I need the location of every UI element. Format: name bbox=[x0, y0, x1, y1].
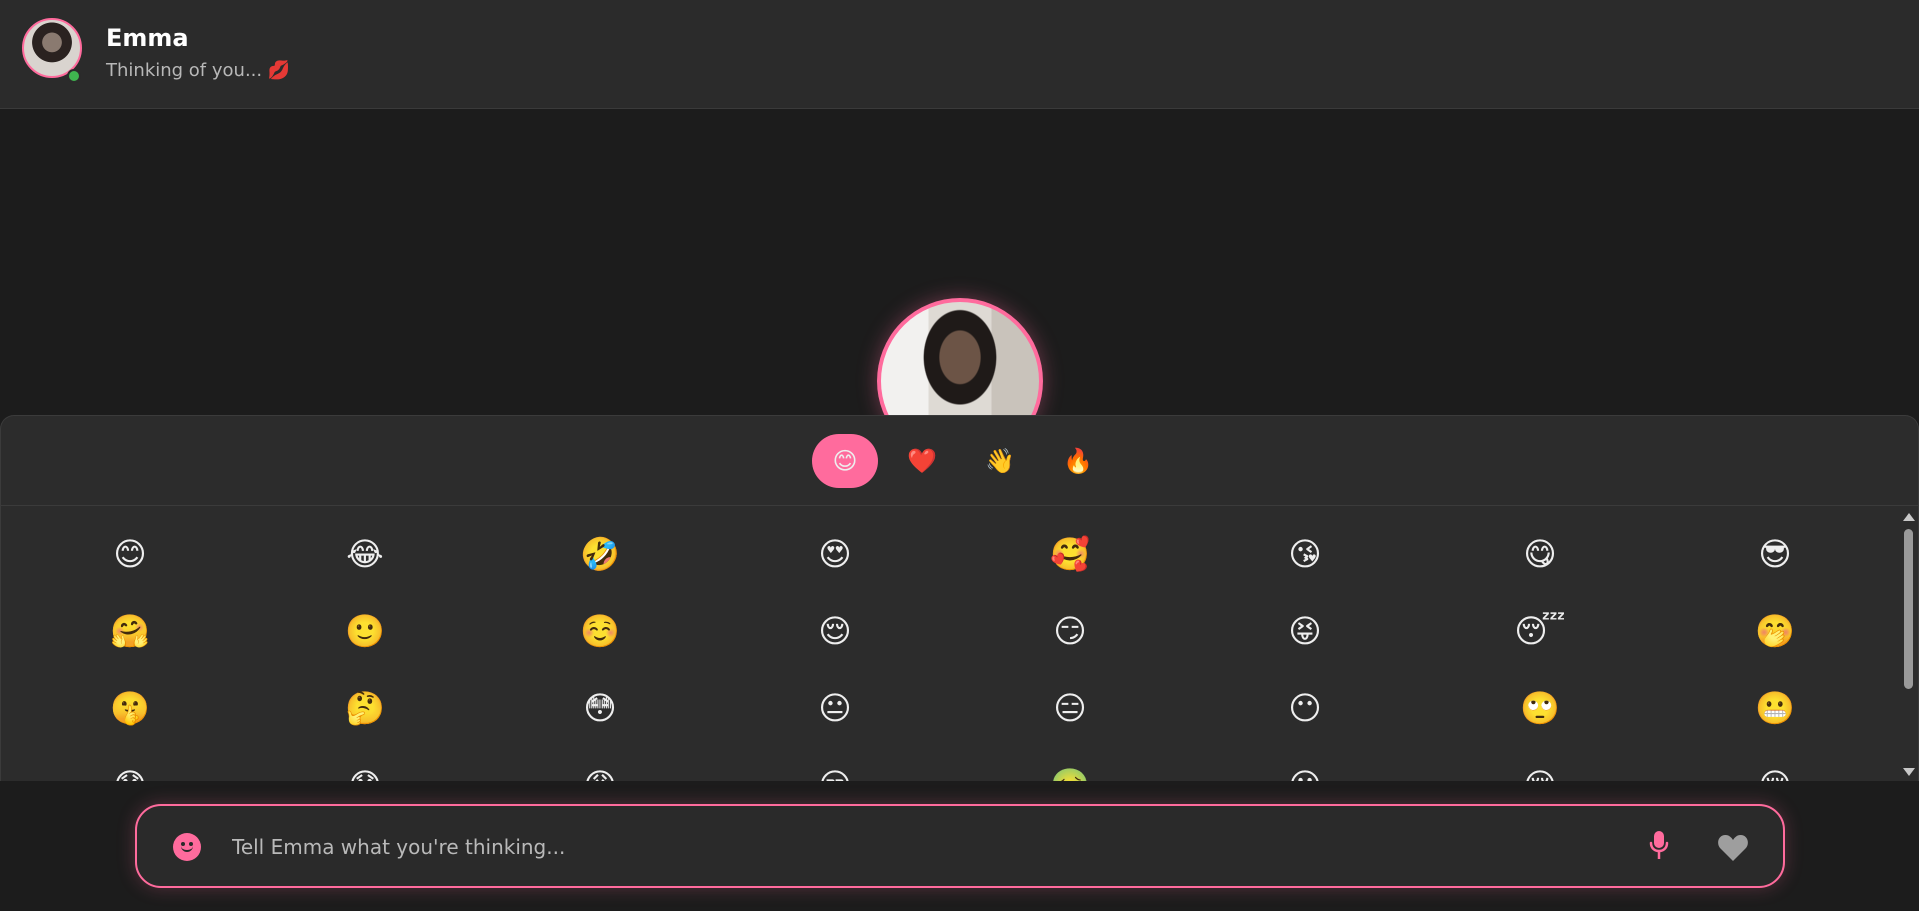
emoji-item[interactable]: 😕 bbox=[1265, 755, 1345, 781]
emoji-item[interactable]: 😑 bbox=[1030, 678, 1110, 738]
emoji-scrollbar[interactable] bbox=[1899, 507, 1918, 781]
emoji-grid: 😊 😂 🤣 😍 🥰 😘 😋 😎 🤗 🙂 ☺️ 😌 😏 😝 😴 🤭 🤫 🤔 😳 😐… bbox=[1, 507, 1901, 781]
emoji-item[interactable]: 😔 bbox=[1500, 755, 1580, 781]
emoji-item[interactable]: 🤗 bbox=[90, 601, 170, 661]
emoji-toggle-button[interactable] bbox=[173, 833, 201, 861]
scrollbar-thumb[interactable] bbox=[1904, 529, 1913, 689]
emoji-item[interactable]: 😏 bbox=[1030, 601, 1110, 661]
emoji-item[interactable]: 😴 bbox=[1500, 601, 1580, 661]
emoji-item[interactable]: 😊 bbox=[90, 524, 170, 584]
emoji-item[interactable]: 😩 bbox=[560, 755, 640, 781]
emoji-item[interactable]: 🤭 bbox=[1735, 601, 1815, 661]
emoji-item[interactable]: ☺️ bbox=[560, 601, 640, 661]
emoji-item[interactable]: 😘 bbox=[1265, 524, 1345, 584]
heart-icon[interactable] bbox=[1717, 832, 1749, 862]
emoji-item[interactable]: 🤫 bbox=[90, 678, 170, 738]
emoji-item[interactable]: 😐 bbox=[795, 678, 875, 738]
emoji-item[interactable]: 🤣 bbox=[560, 524, 640, 584]
emoji-item[interactable]: 😪 bbox=[1735, 755, 1815, 781]
emoji-item[interactable]: 😓 bbox=[90, 755, 170, 781]
emoji-item[interactable]: 🙄 bbox=[1500, 678, 1580, 738]
emoji-item[interactable]: 🤔 bbox=[325, 678, 405, 738]
emoji-item[interactable]: 😳 bbox=[560, 678, 640, 738]
message-input[interactable] bbox=[230, 828, 1534, 866]
emoji-item[interactable]: 😶 bbox=[1265, 678, 1345, 738]
tab-hearts[interactable]: ❤️ bbox=[889, 434, 955, 488]
emoji-category-tabs: 😊 ❤️ 👋 🔥 bbox=[1, 416, 1918, 506]
emoji-picker: 😊 ❤️ 👋 🔥 😊 😂 🤣 😍 🥰 😘 😋 😎 🤗 🙂 ☺️ 😌 😏 😝 😴 … bbox=[0, 415, 1919, 781]
tab-hands[interactable]: 👋 bbox=[967, 434, 1033, 488]
message-composer bbox=[135, 804, 1785, 888]
emoji-item[interactable]: 😒 bbox=[795, 755, 875, 781]
emoji-item[interactable]: 🥰 bbox=[1030, 524, 1110, 584]
emoji-item[interactable]: 🙂 bbox=[325, 601, 405, 661]
contact-name: Emma bbox=[106, 24, 189, 52]
emoji-item[interactable]: 🤢 bbox=[1030, 755, 1110, 781]
emoji-item[interactable]: 😂 bbox=[325, 524, 405, 584]
emoji-item[interactable]: 😍 bbox=[795, 524, 875, 584]
scroll-up-icon[interactable] bbox=[1903, 513, 1915, 521]
emoji-item[interactable]: 😞 bbox=[325, 755, 405, 781]
contact-status: Thinking of you... 💋 bbox=[106, 60, 291, 81]
scroll-down-icon[interactable] bbox=[1903, 768, 1915, 776]
emoji-item[interactable]: 😬 bbox=[1735, 678, 1815, 738]
emoji-item[interactable]: 😌 bbox=[795, 601, 875, 661]
chat-header: Emma Thinking of you... 💋 bbox=[0, 0, 1919, 109]
emoji-item[interactable]: 😋 bbox=[1500, 524, 1580, 584]
microphone-icon[interactable] bbox=[1647, 829, 1671, 863]
online-status-indicator bbox=[67, 69, 81, 83]
emoji-item[interactable]: 😝 bbox=[1265, 601, 1345, 661]
tab-smileys[interactable]: 😊 bbox=[812, 434, 878, 488]
tab-fire[interactable]: 🔥 bbox=[1045, 434, 1111, 488]
emoji-item[interactable]: 😎 bbox=[1735, 524, 1815, 584]
